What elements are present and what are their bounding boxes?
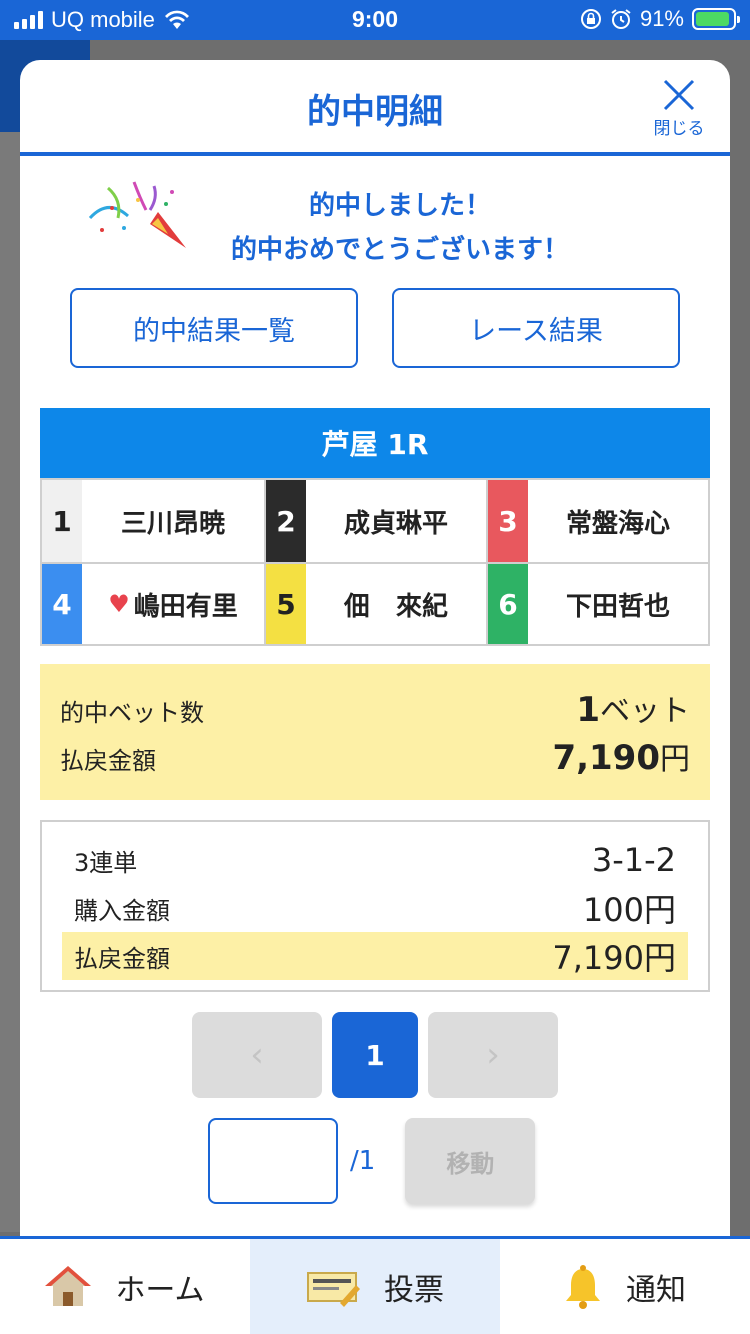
racer-name: 嶋田有里 bbox=[133, 591, 238, 622]
bets-label: 的中ベット数 bbox=[60, 699, 204, 727]
tab-vote[interactable]: 投票 bbox=[250, 1239, 500, 1334]
racer-name-favorite: ♥ 嶋田有里 bbox=[82, 586, 264, 623]
congrats-banner: 的中しました！ 的中おめでとうございます！ bbox=[20, 156, 730, 286]
tab-vote-label: 投票 bbox=[384, 1272, 444, 1308]
party-popper-icon bbox=[88, 181, 186, 248]
payout-value: 7,190円 bbox=[552, 738, 690, 778]
tab-bar: ホーム 投票 通知 bbox=[0, 1236, 750, 1334]
bet-detail: 3連単 3-1-2 購入金額 100円 払戻金額 7,190円 bbox=[40, 820, 710, 992]
battery-icon bbox=[692, 8, 740, 30]
payout-label: 払戻金額 bbox=[60, 747, 156, 775]
summary-payout-row: 払戻金額 7,190円 bbox=[60, 734, 690, 782]
racer-name: 下田哲也 bbox=[565, 591, 670, 622]
congrats-text: 的中しました！ 的中おめでとうございます！ bbox=[200, 184, 600, 272]
close-button[interactable]: 閉じる bbox=[646, 76, 712, 142]
hit-summary: 的中ベット数 1ベット 払戻金額 7,190円 bbox=[40, 664, 710, 800]
bet-type: 3連単 bbox=[74, 848, 138, 877]
page-total: /1 bbox=[350, 1146, 376, 1176]
status-bar: UQ mobile 9:00 91% bbox=[0, 0, 750, 40]
racer-number: 4 bbox=[42, 564, 82, 644]
racer-cell: 1 三川昂暁 bbox=[42, 480, 264, 562]
page-number-input[interactable] bbox=[208, 1118, 338, 1204]
bets-value: 1ベット bbox=[576, 690, 690, 730]
modal-header: 的中明細 閉じる bbox=[20, 60, 730, 156]
bet-combination: 3-1-2 bbox=[591, 841, 676, 879]
racer-number: 6 bbox=[488, 564, 528, 644]
bell-icon bbox=[566, 1264, 600, 1309]
move-button[interactable]: 移動 bbox=[405, 1118, 536, 1204]
summary-bets-row: 的中ベット数 1ベット bbox=[60, 686, 690, 734]
bet-payout-value: 7,190円 bbox=[552, 939, 676, 977]
racer-cell: 5 佃 來紀 bbox=[264, 564, 486, 644]
current-page-button[interactable]: 1 bbox=[332, 1012, 418, 1098]
bet-type-row: 3連単 3-1-2 bbox=[62, 836, 688, 884]
chevron-right-icon: › bbox=[486, 1035, 500, 1075]
racer-row: 4 ♥ 嶋田有里 5 佃 來紀 6 下田哲也 bbox=[42, 562, 708, 644]
congrats-line-2: 的中おめでとうございます！ bbox=[230, 235, 569, 265]
racer-row: 1 三川昂暁 2 成貞琳平 3 常盤海心 bbox=[42, 480, 708, 562]
close-label: 閉じる bbox=[653, 119, 705, 139]
bet-payout-row: 払戻金額 7,190円 bbox=[62, 932, 688, 980]
prev-page-button[interactable]: ‹ bbox=[192, 1012, 322, 1098]
chevron-left-icon: ‹ bbox=[250, 1035, 264, 1075]
orientation-lock-icon bbox=[580, 9, 601, 29]
modal-title: 的中明細 bbox=[307, 92, 443, 132]
race-title: 芦屋 1R bbox=[40, 408, 710, 478]
racer-name: 三川昂暁 bbox=[120, 508, 225, 539]
racer-cell: 2 成貞琳平 bbox=[264, 480, 486, 562]
tab-home-label: ホーム bbox=[115, 1272, 205, 1308]
close-icon bbox=[663, 79, 695, 111]
racer-number: 5 bbox=[266, 564, 306, 644]
racer-number: 3 bbox=[488, 480, 528, 562]
purchase-label: 購入金額 bbox=[74, 896, 170, 925]
hit-list-button[interactable]: 的中結果一覧 bbox=[70, 288, 358, 368]
tab-notify-label: 通知 bbox=[626, 1272, 686, 1308]
racer-name: 佃 來紀 bbox=[343, 591, 448, 622]
house-icon bbox=[45, 1265, 92, 1306]
battery-percent: 91% bbox=[639, 6, 684, 31]
racer-name: 常盤海心 bbox=[565, 508, 670, 539]
bet-payout-label: 払戻金額 bbox=[74, 944, 170, 973]
status-right: 91% bbox=[580, 6, 740, 32]
alarm-icon bbox=[611, 9, 631, 29]
ticket-icon bbox=[307, 1271, 360, 1307]
tab-notify[interactable]: 通知 bbox=[500, 1239, 750, 1334]
purchase-value: 100円 bbox=[582, 891, 676, 929]
page-jump: /1 移動 bbox=[208, 1118, 536, 1204]
racer-name: 成貞琳平 bbox=[343, 508, 448, 539]
racer-cell: 3 常盤海心 bbox=[486, 480, 708, 562]
next-page-button[interactable]: › bbox=[428, 1012, 558, 1098]
race-result-button[interactable]: レース結果 bbox=[392, 288, 680, 368]
racer-number: 2 bbox=[266, 480, 306, 562]
pagination: ‹ 1 › bbox=[192, 1012, 558, 1098]
racer-cell: 4 ♥ 嶋田有里 bbox=[42, 564, 264, 644]
favorite-heart-icon: ♥ bbox=[108, 590, 130, 618]
racer-number: 1 bbox=[42, 480, 82, 562]
racer-table: 1 三川昂暁 2 成貞琳平 3 常盤海心 4 ♥ 嶋田有里 5 佃 來紀 6 下… bbox=[40, 478, 710, 646]
tab-home[interactable]: ホーム bbox=[0, 1239, 250, 1334]
hit-detail-modal: 的中明細 閉じる 的中しました！ 的中おめでとうございます！ 的中結果一覧 レー… bbox=[20, 60, 730, 1260]
result-buttons: 的中結果一覧 レース結果 bbox=[70, 288, 680, 368]
racer-cell: 6 下田哲也 bbox=[486, 564, 708, 644]
congrats-line-1: 的中しました！ bbox=[308, 191, 491, 221]
purchase-row: 購入金額 100円 bbox=[62, 884, 688, 932]
